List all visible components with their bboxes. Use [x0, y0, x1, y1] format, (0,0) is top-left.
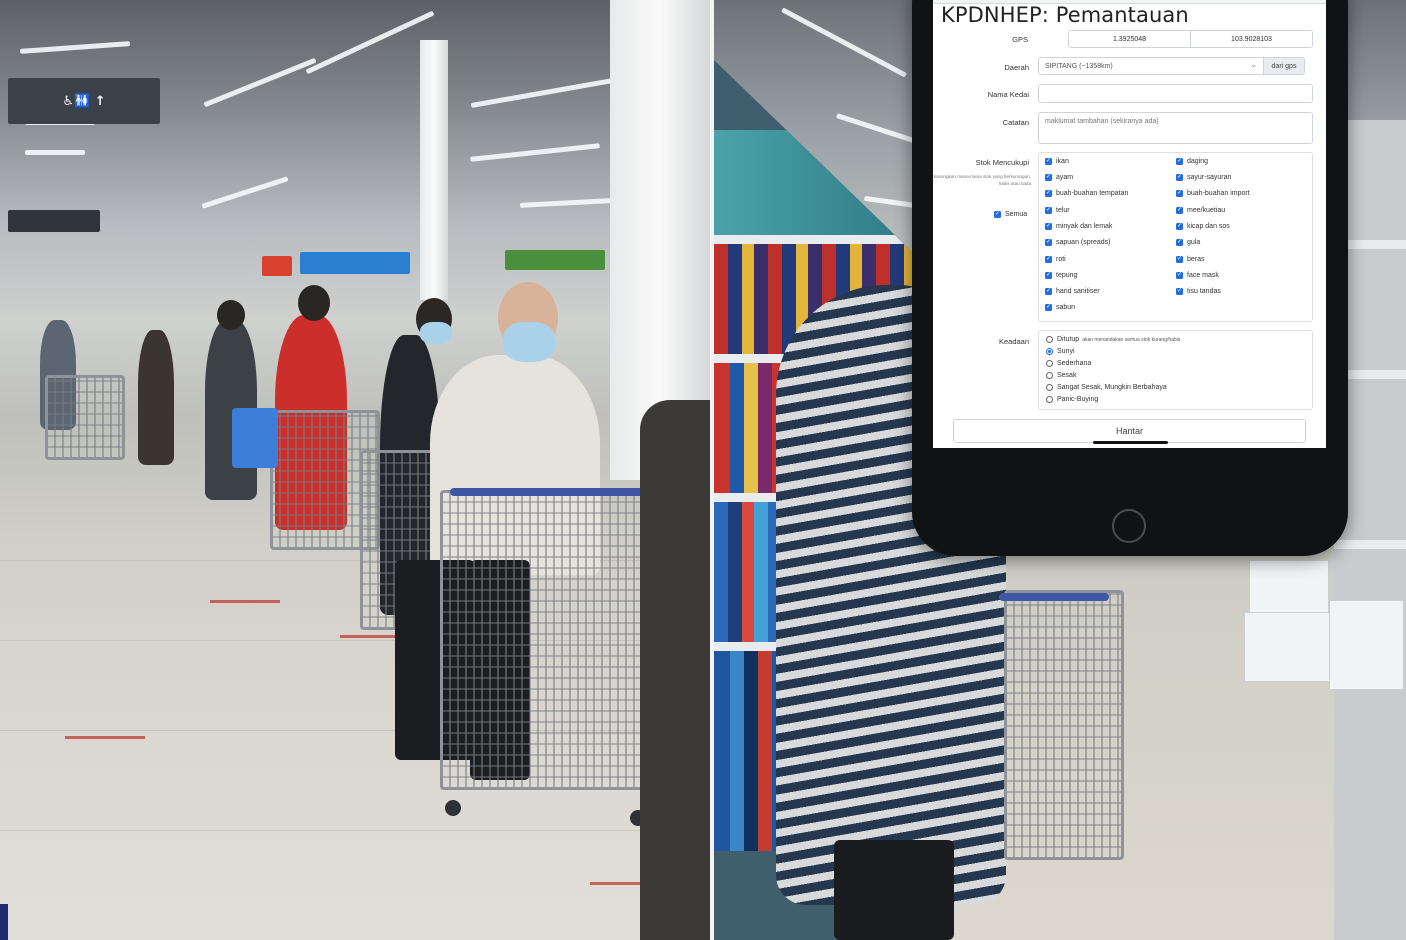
radio-option[interactable]: Sunyi	[1046, 348, 1075, 355]
face-mask	[503, 322, 555, 362]
gps-label: GPS	[1012, 35, 1028, 44]
shopping-cart	[1004, 590, 1124, 860]
daerah-label: Daerah	[1004, 63, 1029, 72]
stock-checkbox[interactable]: ✓ hand sanitiser	[1045, 288, 1100, 295]
stock-checkbox[interactable]: ✓ tisu tandas	[1176, 288, 1221, 295]
store-sign	[262, 256, 292, 276]
radio-icon	[1046, 336, 1053, 343]
stock-checkbox[interactable]: ✓ buah-buahan import	[1176, 190, 1250, 197]
pillar	[420, 40, 448, 300]
radio-selected-icon	[1046, 348, 1053, 355]
stok-hint: kosongkan mana-mana stok yang berkuranga…	[933, 174, 1031, 186]
cart-wheel	[445, 800, 461, 816]
shopper-legs	[834, 840, 954, 940]
stock-checkbox[interactable]: ✓ beras	[1176, 256, 1205, 263]
queue-photo: ♿🚻 ↑	[0, 0, 710, 940]
radio-icon	[1046, 372, 1053, 379]
cart-handle	[999, 593, 1109, 601]
stock-checkbox[interactable]: ✓ tepung	[1045, 272, 1077, 279]
ceiling-light	[25, 150, 85, 155]
shopper-head	[217, 300, 245, 330]
ceiling-light	[203, 57, 317, 108]
nama-kedai-field[interactable]	[1038, 84, 1313, 103]
keadaan-label: Keadaan	[998, 337, 1029, 346]
stock-checkbox[interactable]: ✓ roti	[1045, 256, 1066, 263]
page-title: KPDNHEP: Pemantauan	[941, 3, 1189, 27]
shopper-edge	[640, 400, 710, 940]
ceiling-light	[305, 10, 435, 75]
toilet-paper-pack	[1249, 560, 1329, 620]
stock-checkbox[interactable]: ✓ sapuan (spreads)	[1045, 239, 1110, 246]
radio-option[interactable]: Sesak	[1046, 372, 1076, 379]
stok-label: Stok Mencukupi	[975, 158, 1029, 167]
floor-tile-line	[0, 830, 710, 831]
phone-mockup: ← → ⌂ ↻ ▢ ♡ ▣ KPDNHEP: Pemantauan GPS 1.…	[912, 0, 1348, 556]
stock-checkbox[interactable]: ✓ kicap dan sos	[1176, 223, 1230, 230]
radio-option[interactable]: Sederhana	[1046, 360, 1091, 367]
distance-marker	[65, 736, 145, 739]
stock-checkbox[interactable]: ✓ daging	[1176, 158, 1208, 165]
distance-marker	[340, 635, 400, 638]
corner-mark	[0, 904, 8, 940]
aisle-sign	[8, 210, 100, 232]
distance-marker	[210, 600, 280, 603]
shopper-head	[298, 285, 330, 321]
radio-option[interactable]: Ditutup akan menandakan semua stok kuran…	[1046, 336, 1180, 343]
basket	[232, 408, 278, 468]
stock-checkbox[interactable]: ✓ sabun	[1045, 304, 1075, 311]
toilet-paper-pack	[1329, 600, 1404, 690]
keadaan-options: Ditutup akan menandakan semua stok kuran…	[1038, 330, 1313, 410]
radio-icon	[1046, 384, 1053, 391]
stock-checkbox[interactable]: ✓ mee/kuetiau	[1176, 207, 1225, 214]
shelf-header	[714, 130, 914, 240]
phone-screen: ← → ⌂ ↻ ▢ ♡ ▣ KPDNHEP: Pemantauan GPS 1.…	[933, 0, 1326, 448]
radio-icon	[1046, 396, 1053, 403]
catatan-label: Catatan	[1002, 118, 1029, 127]
shelf-row	[714, 235, 914, 244]
stock-checkbox[interactable]: ✓ telur	[1045, 207, 1070, 214]
cart-handle	[450, 488, 650, 496]
nama-kedai-label: Nama Kedai	[987, 90, 1029, 99]
stock-checkbox[interactable]: ✓ buah-buahan tempatan	[1045, 190, 1128, 197]
ditutup-note: akan menandakan semua stok kurang/habis	[1082, 336, 1181, 343]
restroom-sign: ♿🚻 ↑	[8, 78, 160, 124]
toilet-paper-pack	[1244, 612, 1334, 682]
radio-option[interactable]: Panic-Buying	[1046, 396, 1098, 403]
store-sign	[505, 250, 605, 270]
face-mask	[420, 322, 452, 344]
catatan-textarea[interactable]: maklumat tambahan (sekiranya ada)	[1038, 112, 1313, 144]
stock-checkbox[interactable]: ✓ face mask	[1176, 272, 1219, 279]
home-indicator	[1093, 441, 1168, 444]
semua-checkbox[interactable]: ✓ Semua	[994, 211, 1027, 218]
radio-icon	[1046, 360, 1053, 367]
hantar-button[interactable]: Hantar	[953, 419, 1306, 443]
ceiling-light	[470, 143, 600, 162]
stock-checkbox[interactable]: ✓ ayam	[1045, 174, 1073, 181]
check-icon: ✓	[994, 211, 1001, 218]
daerah-value: SIPITANG (~1358km)	[1045, 62, 1113, 70]
ceiling-light	[201, 176, 289, 209]
daerah-select[interactable]: SIPITANG (~1358km) ⌄	[1038, 57, 1264, 75]
stock-checkbox[interactable]: ✓ sayur-sayuran	[1176, 174, 1231, 181]
home-button[interactable]	[1112, 509, 1146, 543]
store-sign	[300, 252, 410, 274]
longitude-field[interactable]: 103.9028103	[1190, 30, 1313, 48]
shopping-cart	[45, 375, 125, 460]
stock-checkbox[interactable]: ✓ gula	[1176, 239, 1200, 246]
stock-checkbox[interactable]: ✓ minyak dan lemak	[1045, 223, 1112, 230]
chevron-down-icon: ⌄	[1250, 60, 1257, 69]
radio-option[interactable]: Sangat Sesak, Mungkin Berbahaya	[1046, 384, 1167, 391]
shelf-row	[1334, 540, 1406, 549]
stock-checklist: ✓ ikan ✓ daging ✓ ayam ✓ sayur-sayuran ✓ buah…	[1038, 152, 1313, 322]
ceiling-light	[781, 7, 907, 78]
dari-gps-button[interactable]: dari gps	[1263, 57, 1305, 75]
shopper	[138, 330, 174, 465]
ceiling-light	[19, 41, 131, 54]
stock-checkbox[interactable]: ✓ ikan	[1045, 158, 1069, 165]
latitude-field[interactable]: 1.3925048	[1068, 30, 1191, 48]
ceiling-light	[470, 77, 620, 108]
